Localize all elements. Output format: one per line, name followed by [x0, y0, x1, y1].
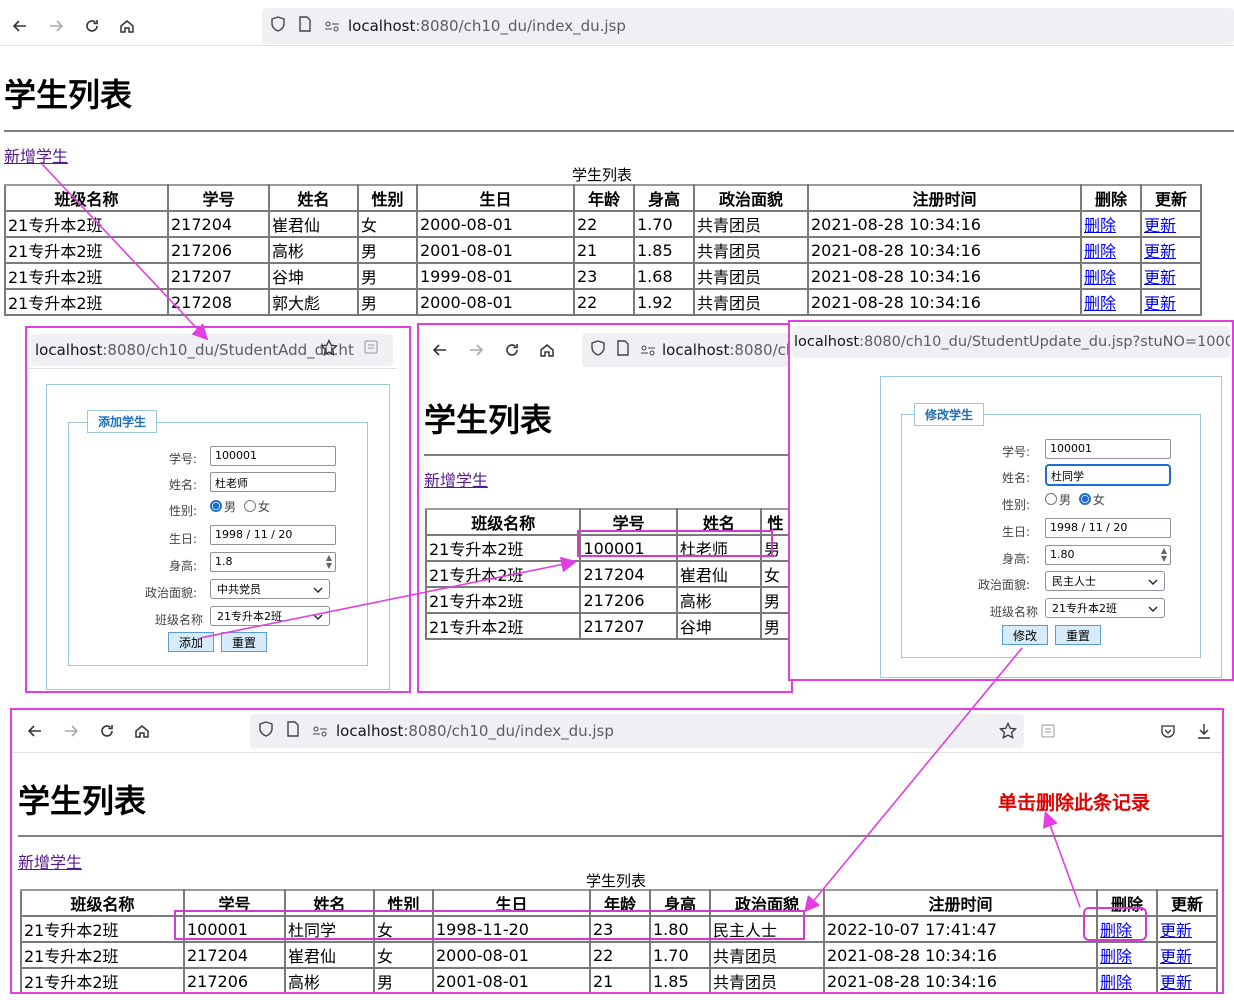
arrow-form-to-list — [199, 556, 578, 639]
arrow-update-to-list — [803, 647, 1023, 913]
annotation-arrows — [41, 163, 1081, 913]
arrow-add-link-to-form — [41, 163, 209, 341]
arrow-note-to-delete — [1042, 810, 1081, 908]
